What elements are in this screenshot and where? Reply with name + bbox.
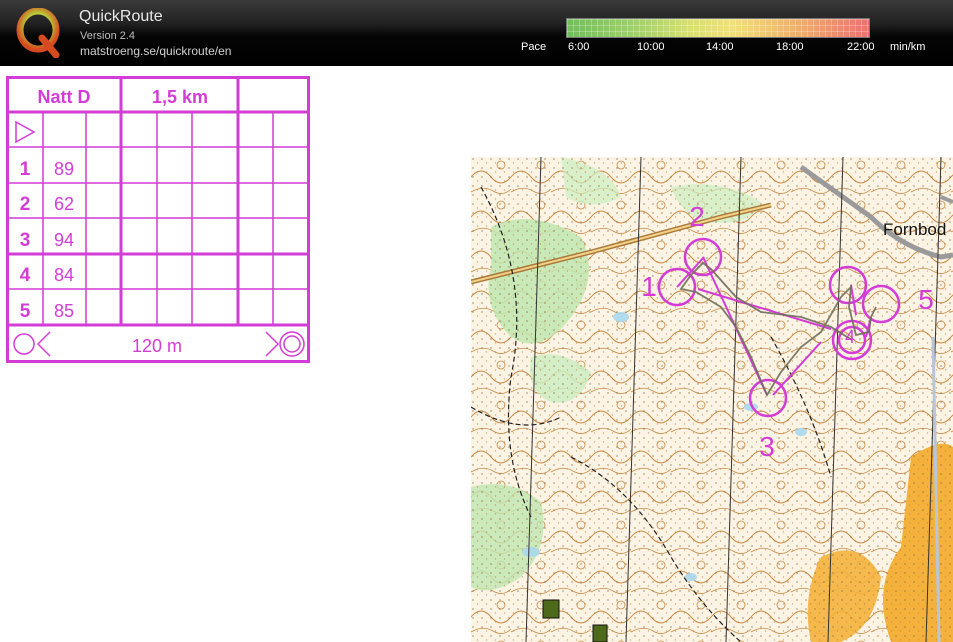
pace-tick: 6:00 [568,41,590,53]
start-triangle-icon [15,120,36,144]
map-control-number: 1 [641,271,657,302]
control-code: 89 [54,159,74,179]
quickroute-logo-icon [16,8,60,58]
finish-distance: 120 m [132,336,182,356]
pace-tick: 22:00 [847,41,875,53]
last-control-icon [13,331,51,357]
control-number: 3 [20,230,31,251]
pace-tick: 10:00 [637,41,665,53]
map-control-number: 2 [689,201,705,232]
pace-tick: 18:00 [776,41,804,53]
app-url: matstroeng.se/quickroute/en [80,44,232,58]
app-title: QuickRoute [79,8,163,25]
pace-tick: 14:00 [706,41,734,53]
app-header: QuickRoute Version 2.4 matstroeng.se/qui… [0,0,953,66]
control-number: 4 [20,265,31,286]
course-distance: 1,5 km [152,87,208,107]
map-control-number: 5 [918,284,934,315]
course-name: Natt D [38,87,91,107]
control-number: 2 [20,194,31,215]
control-code: 84 [54,265,74,285]
map-control-number: 3 [759,431,775,462]
map-canvas: 2 1 3 4 5 Fornbod [471,157,953,642]
control-code: 85 [54,301,74,321]
pace-color-scale [566,18,870,38]
pace-unit: min/km [890,41,926,53]
control-number: 1 [20,159,31,180]
control-code: 62 [54,194,74,214]
map-control-number: 4 [845,327,855,347]
orienteering-map[interactable]: 2 1 3 4 5 Fornbod [471,157,953,642]
control-number: 5 [20,301,31,322]
control-description-card: Natt D 1,5 km 1 89 2 62 3 94 4 84 5 85 1… [6,76,310,363]
app-version: Version 2.4 [80,30,136,42]
place-label: Fornbod [883,220,946,239]
control-code: 94 [54,230,74,250]
finish-icon [265,331,305,357]
pace-label: Pace [521,41,547,53]
